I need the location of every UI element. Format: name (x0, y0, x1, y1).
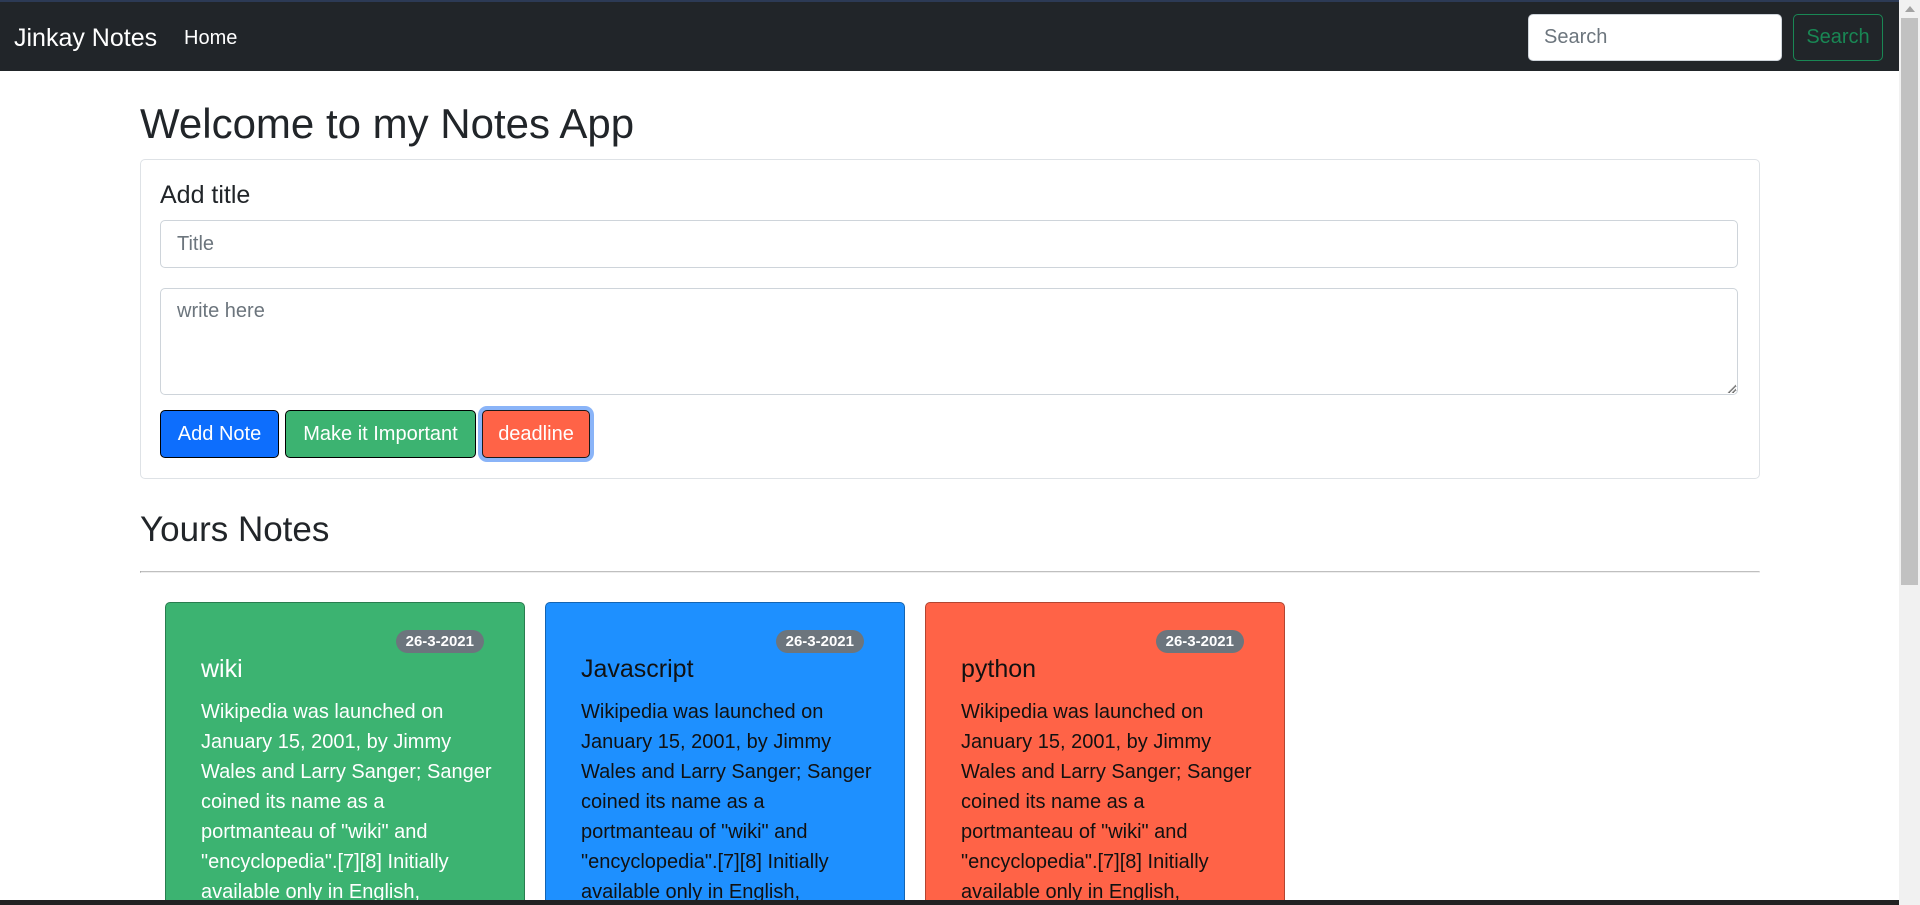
window-bottom-edge (0, 900, 1899, 905)
title-input[interactable] (160, 220, 1738, 268)
note-title: wiki (201, 655, 243, 683)
note-date-badge: 26-3-2021 (775, 630, 864, 653)
note-body: Wikipedia was launched on January 15, 20… (201, 701, 492, 903)
resize-grip-icon[interactable] (1726, 383, 1736, 393)
brand-link[interactable]: Jinkay Notes (14, 24, 157, 53)
search-input[interactable] (1528, 14, 1782, 61)
page-title: Welcome to my Notes App (140, 100, 635, 147)
navbar: Jinkay Notes Home Search (0, 0, 1899, 71)
note-body: Wikipedia was launched on January 15, 20… (581, 701, 872, 903)
note-title: python (961, 655, 1037, 683)
divider (140, 571, 1760, 573)
scrollbar-thumb[interactable] (1901, 18, 1918, 585)
note-title: Javascript (581, 655, 694, 683)
note-body-textarea[interactable] (160, 288, 1738, 395)
deadline-button[interactable]: deadline (482, 410, 590, 458)
make-important-button[interactable]: Make it Important (285, 410, 476, 458)
add-note-button[interactable]: Add Note (160, 410, 279, 458)
note-body: Wikipedia was launched on January 15, 20… (961, 701, 1252, 903)
note-card-javascript[interactable]: 26-3-2021 Javascript Wikipedia was launc… (545, 602, 905, 905)
note-date-badge: 26-3-2021 (1155, 630, 1244, 653)
nav-home-link[interactable]: Home (184, 27, 237, 50)
notes-heading: Yours Notes (140, 510, 330, 549)
page-scrollbar[interactable] (1899, 0, 1920, 905)
scroll-up-arrow-icon[interactable] (1899, 0, 1920, 18)
search-button[interactable]: Search (1793, 14, 1883, 61)
note-card-wiki[interactable]: 26-3-2021 wiki Wikipedia was launched on… (165, 602, 525, 905)
note-card-python[interactable]: 26-3-2021 python Wikipedia was launched … (925, 602, 1285, 905)
add-title-label: Add title (160, 181, 251, 209)
note-date-badge: 26-3-2021 (395, 630, 484, 653)
